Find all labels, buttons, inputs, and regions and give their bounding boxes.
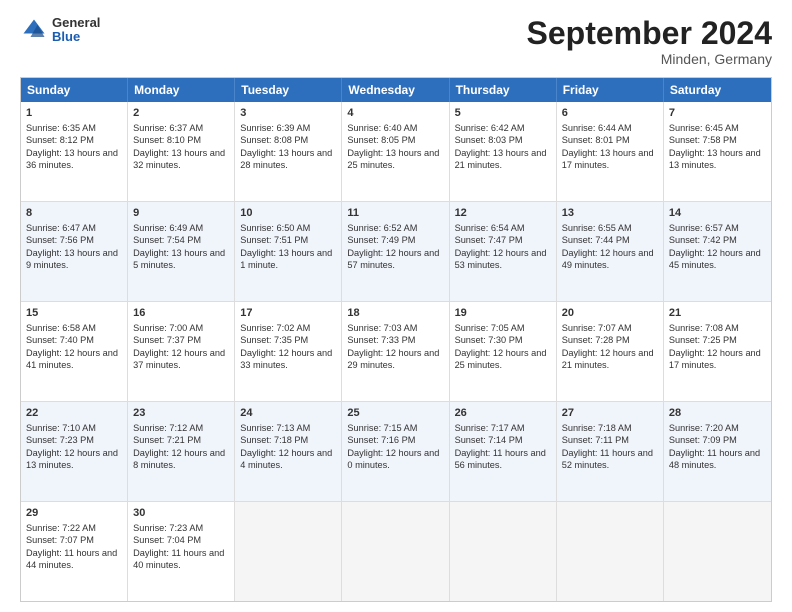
header-monday: Monday: [128, 78, 235, 102]
cal-cell-4-2: [235, 502, 342, 601]
cal-cell-3-6: 28Sunrise: 7:20 AMSunset: 7:09 PMDayligh…: [664, 402, 771, 501]
cal-cell-3-1: 23Sunrise: 7:12 AMSunset: 7:21 PMDayligh…: [128, 402, 235, 501]
cal-row-3: 22Sunrise: 7:10 AMSunset: 7:23 PMDayligh…: [21, 402, 771, 502]
day-num: 18: [347, 306, 443, 321]
day-num: 24: [240, 406, 336, 421]
header-thursday: Thursday: [450, 78, 557, 102]
cal-cell-0-1: 2Sunrise: 6:37 AMSunset: 8:10 PMDaylight…: [128, 102, 235, 201]
header-tuesday: Tuesday: [235, 78, 342, 102]
location: Minden, Germany: [527, 51, 772, 67]
cal-row-4: 29Sunrise: 7:22 AMSunset: 7:07 PMDayligh…: [21, 502, 771, 601]
cal-cell-0-5: 6Sunrise: 6:44 AMSunset: 8:01 PMDaylight…: [557, 102, 664, 201]
cal-cell-0-6: 7Sunrise: 6:45 AMSunset: 7:58 PMDaylight…: [664, 102, 771, 201]
cal-cell-1-6: 14Sunrise: 6:57 AMSunset: 7:42 PMDayligh…: [664, 202, 771, 301]
cal-cell-0-3: 4Sunrise: 6:40 AMSunset: 8:05 PMDaylight…: [342, 102, 449, 201]
day-num: 17: [240, 306, 336, 321]
cal-cell-1-5: 13Sunrise: 6:55 AMSunset: 7:44 PMDayligh…: [557, 202, 664, 301]
cal-cell-4-1: 30Sunrise: 7:23 AMSunset: 7:04 PMDayligh…: [128, 502, 235, 601]
header-friday: Friday: [557, 78, 664, 102]
day-num: 11: [347, 206, 443, 221]
header-saturday: Saturday: [664, 78, 771, 102]
cal-row-0: 1Sunrise: 6:35 AMSunset: 8:12 PMDaylight…: [21, 102, 771, 202]
day-num: 29: [26, 506, 122, 521]
cal-cell-2-0: 15Sunrise: 6:58 AMSunset: 7:40 PMDayligh…: [21, 302, 128, 401]
cal-cell-1-1: 9Sunrise: 6:49 AMSunset: 7:54 PMDaylight…: [128, 202, 235, 301]
header-sunday: Sunday: [21, 78, 128, 102]
cal-cell-0-4: 5Sunrise: 6:42 AMSunset: 8:03 PMDaylight…: [450, 102, 557, 201]
day-num: 16: [133, 306, 229, 321]
cal-row-1: 8Sunrise: 6:47 AMSunset: 7:56 PMDaylight…: [21, 202, 771, 302]
day-num: 2: [133, 106, 229, 121]
day-num: 15: [26, 306, 122, 321]
cal-row-2: 15Sunrise: 6:58 AMSunset: 7:40 PMDayligh…: [21, 302, 771, 402]
cal-cell-2-4: 19Sunrise: 7:05 AMSunset: 7:30 PMDayligh…: [450, 302, 557, 401]
day-num: 28: [669, 406, 766, 421]
day-num: 4: [347, 106, 443, 121]
header: General Blue September 2024 Minden, Germ…: [20, 16, 772, 67]
calendar-body: 1Sunrise: 6:35 AMSunset: 8:12 PMDaylight…: [21, 102, 771, 601]
logo-icon: [20, 16, 48, 44]
cal-cell-2-1: 16Sunrise: 7:00 AMSunset: 7:37 PMDayligh…: [128, 302, 235, 401]
day-num: 23: [133, 406, 229, 421]
cal-cell-0-0: 1Sunrise: 6:35 AMSunset: 8:12 PMDaylight…: [21, 102, 128, 201]
cal-cell-4-0: 29Sunrise: 7:22 AMSunset: 7:07 PMDayligh…: [21, 502, 128, 601]
day-num: 25: [347, 406, 443, 421]
cal-cell-4-3: [342, 502, 449, 601]
calendar: Sunday Monday Tuesday Wednesday Thursday…: [20, 77, 772, 602]
logo: General Blue: [20, 16, 100, 45]
cal-cell-3-3: 25Sunrise: 7:15 AMSunset: 7:16 PMDayligh…: [342, 402, 449, 501]
day-num: 19: [455, 306, 551, 321]
cal-cell-1-3: 11Sunrise: 6:52 AMSunset: 7:49 PMDayligh…: [342, 202, 449, 301]
day-num: 20: [562, 306, 658, 321]
day-num: 27: [562, 406, 658, 421]
cal-cell-2-5: 20Sunrise: 7:07 AMSunset: 7:28 PMDayligh…: [557, 302, 664, 401]
day-num: 10: [240, 206, 336, 221]
logo-text: General Blue: [52, 16, 100, 45]
day-num: 13: [562, 206, 658, 221]
header-wednesday: Wednesday: [342, 78, 449, 102]
calendar-header: Sunday Monday Tuesday Wednesday Thursday…: [21, 78, 771, 102]
day-num: 3: [240, 106, 336, 121]
cal-cell-2-6: 21Sunrise: 7:08 AMSunset: 7:25 PMDayligh…: [664, 302, 771, 401]
logo-blue: Blue: [52, 30, 100, 44]
cal-cell-1-4: 12Sunrise: 6:54 AMSunset: 7:47 PMDayligh…: [450, 202, 557, 301]
cal-cell-4-6: [664, 502, 771, 601]
cal-cell-3-2: 24Sunrise: 7:13 AMSunset: 7:18 PMDayligh…: [235, 402, 342, 501]
day-num: 21: [669, 306, 766, 321]
cal-cell-3-0: 22Sunrise: 7:10 AMSunset: 7:23 PMDayligh…: [21, 402, 128, 501]
logo-general: General: [52, 16, 100, 30]
day-num: 5: [455, 106, 551, 121]
cal-cell-1-2: 10Sunrise: 6:50 AMSunset: 7:51 PMDayligh…: [235, 202, 342, 301]
cal-cell-2-2: 17Sunrise: 7:02 AMSunset: 7:35 PMDayligh…: [235, 302, 342, 401]
day-num: 8: [26, 206, 122, 221]
day-num: 7: [669, 106, 766, 121]
cal-cell-4-4: [450, 502, 557, 601]
cal-cell-3-5: 27Sunrise: 7:18 AMSunset: 7:11 PMDayligh…: [557, 402, 664, 501]
day-num: 9: [133, 206, 229, 221]
day-num: 14: [669, 206, 766, 221]
cal-cell-3-4: 26Sunrise: 7:17 AMSunset: 7:14 PMDayligh…: [450, 402, 557, 501]
cal-cell-2-3: 18Sunrise: 7:03 AMSunset: 7:33 PMDayligh…: [342, 302, 449, 401]
cal-cell-4-5: [557, 502, 664, 601]
cal-cell-0-2: 3Sunrise: 6:39 AMSunset: 8:08 PMDaylight…: [235, 102, 342, 201]
cal-cell-1-0: 8Sunrise: 6:47 AMSunset: 7:56 PMDaylight…: [21, 202, 128, 301]
day-num: 12: [455, 206, 551, 221]
title-block: September 2024 Minden, Germany: [527, 16, 772, 67]
day-num: 1: [26, 106, 122, 121]
day-num: 26: [455, 406, 551, 421]
day-num: 22: [26, 406, 122, 421]
day-num: 6: [562, 106, 658, 121]
month-year: September 2024: [527, 16, 772, 51]
page: General Blue September 2024 Minden, Germ…: [0, 0, 792, 612]
day-num: 30: [133, 506, 229, 521]
